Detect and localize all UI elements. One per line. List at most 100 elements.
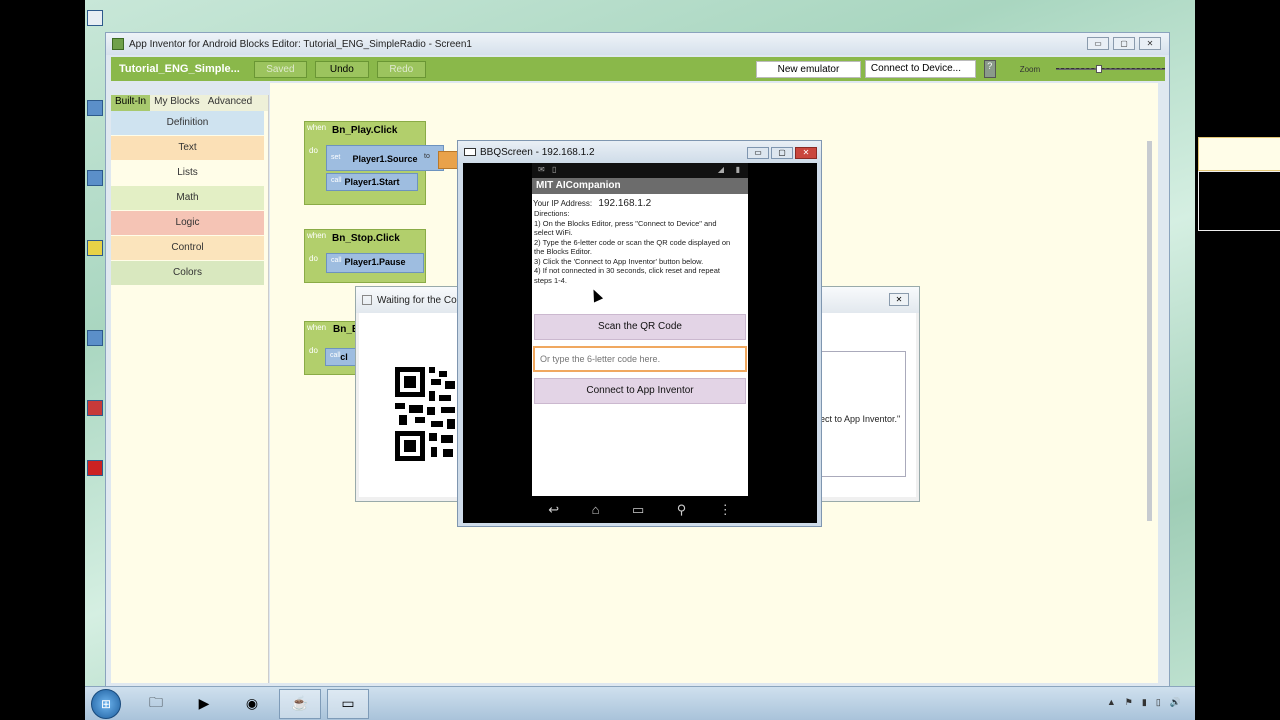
directions-line: steps 1-4. — [534, 275, 567, 285]
bbqscreen-title: BBQScreen - 192.168.1.2 — [480, 146, 595, 158]
desktop-icon-1[interactable] — [85, 100, 105, 118]
third-call-label: cl — [340, 352, 348, 362]
desktop-icon-vnc[interactable] — [85, 460, 105, 478]
waiting-dialog-close-button[interactable]: ✕ — [889, 293, 909, 306]
connect-device-select[interactable]: Connect to Device... — [864, 60, 976, 78]
windows-taskbar: ⊞ 🗀 ▶ ◉ ☕ ▭ ▲ ⚑ ▮ ▯ 🔊 — [85, 686, 1195, 720]
chrome-icon[interactable]: ◉ — [231, 689, 273, 719]
start-button[interactable]: ⊞ — [91, 688, 121, 719]
window-titlebar: App Inventor for Android Blocks Editor: … — [106, 33, 1169, 55]
workspace-scrollbar[interactable] — [1147, 141, 1152, 521]
ip-address-line: Your IP Address: 192.168.1.2 — [532, 194, 748, 209]
directions-line: 3) Click the 'Connect to App Inventor' b… — [534, 256, 704, 266]
dialog-message: nect to App Inventor." — [815, 414, 901, 424]
letterbox-right — [1195, 0, 1280, 720]
tab-advanced[interactable]: Advanced — [204, 95, 256, 111]
signal-icon: ◢ — [717, 165, 724, 174]
tray-expand-icon[interactable]: ▲ — [1107, 697, 1116, 708]
tab-built-in[interactable]: Built-In — [111, 95, 151, 111]
call-player-pause-block[interactable]: call Player1.Pause — [326, 253, 424, 273]
player-pause-label: Player1.Pause — [344, 257, 406, 267]
companion-app-screen: MIT AICompanion Your IP Address: 192.168… — [532, 178, 748, 496]
back-icon[interactable]: ↩ — [548, 502, 559, 518]
explorer-icon[interactable]: 🗀 — [135, 689, 177, 719]
bbq-minimize-button[interactable]: ▭ — [747, 147, 769, 159]
desktop-icon-3[interactable] — [85, 240, 105, 258]
event-name-play[interactable]: Bn_Play.Click — [332, 123, 422, 139]
bbq-maximize-button[interactable]: ▢ — [771, 147, 793, 159]
desktop-icon-2[interactable] — [85, 170, 105, 188]
overflow-menu-icon[interactable]: ⋮ — [719, 502, 732, 518]
drawer-text[interactable]: Text — [111, 136, 264, 160]
tab-my-blocks[interactable]: My Blocks — [150, 95, 204, 111]
media-player-icon[interactable]: ▶ — [183, 689, 225, 719]
directions-text: Directions: 1) On the Blocks Editor, pre… — [532, 209, 748, 285]
when-label-2: when — [307, 231, 327, 240]
project-name: Tutorial_ENG_Simple... — [119, 63, 240, 75]
when-label-3: when — [307, 323, 327, 332]
minimap-frame — [1198, 171, 1280, 231]
scan-qr-code-button[interactable]: Scan the QR Code — [534, 314, 746, 340]
workspace-minimap[interactable] — [1198, 137, 1280, 171]
do-label: do — [309, 146, 318, 155]
saved-button[interactable]: Saved — [253, 60, 308, 78]
event-name-stop[interactable]: Bn_Stop.Click — [332, 231, 422, 247]
bbqscreen-icon — [464, 148, 476, 156]
connect-device-label: Connect to Device... — [870, 63, 961, 74]
drawer-logic[interactable]: Logic — [111, 211, 264, 235]
java-icon[interactable]: ☕ — [279, 688, 321, 719]
maximize-button[interactable]: ▢ — [1113, 37, 1135, 50]
home-icon[interactable]: ⌂ — [592, 502, 600, 517]
new-emulator-button[interactable]: New emulator — [756, 60, 861, 78]
action-center-icon[interactable]: ⚑ — [1125, 697, 1133, 708]
undo-button[interactable]: Undo — [315, 60, 369, 78]
toolbar: Tutorial_ENG_Simple... Saved Undo Redo N… — [111, 57, 1165, 81]
directions-line: the Blocks Editor. — [534, 247, 592, 256]
when-label: when — [307, 123, 327, 132]
directions-line: Directions: — [534, 209, 570, 218]
bbq-close-button[interactable]: ✕ — [795, 147, 817, 159]
drawer-math[interactable]: Math — [111, 186, 264, 210]
volume-icon[interactable]: 🔊 — [1170, 697, 1181, 708]
directions-line: 2) Type the 6-letter code or scan the QR… — [534, 237, 731, 247]
help-icon[interactable]: ? — [983, 60, 996, 78]
do-label-2: do — [309, 254, 318, 263]
text-socket-block[interactable] — [438, 151, 458, 169]
desktop-icon-5[interactable] — [85, 400, 105, 418]
phone-icon: ▯ — [552, 165, 557, 174]
drawer-colors[interactable]: Colors — [111, 261, 264, 285]
six-letter-code-input[interactable] — [533, 346, 747, 372]
drawer-definition[interactable]: Definition — [111, 111, 264, 135]
recent-apps-icon[interactable]: ▭ — [632, 502, 644, 518]
connect-to-app-inventor-button[interactable]: Connect to App Inventor — [534, 378, 746, 404]
call-label-2: call — [331, 257, 342, 264]
phone-screen: ✉ ▯ ▮ ◢ MIT AICompanion Your IP Address:… — [463, 163, 817, 523]
bbqscreen-taskbar-icon[interactable]: ▭ — [327, 688, 369, 719]
battery-tray-icon[interactable]: ▮ — [1142, 697, 1147, 708]
directions-line: select WiFi. — [534, 228, 573, 237]
network-tray-icon[interactable]: ▯ — [1156, 697, 1161, 708]
redo-button[interactable]: Redo — [376, 60, 427, 78]
minimize-button[interactable]: ▭ — [1087, 37, 1109, 50]
close-button[interactable]: ✕ — [1139, 37, 1161, 50]
desktop-icon-4[interactable] — [85, 330, 105, 348]
search-icon[interactable]: ⚲ — [677, 502, 687, 518]
directions-line: 4) If not connected in 30 seconds, click… — [534, 266, 720, 275]
set-label: set — [331, 154, 341, 161]
zoom-slider-knob[interactable] — [1096, 65, 1103, 73]
ip-address-value: 192.168.1.2 — [598, 198, 652, 209]
zoom-slider[interactable] — [1056, 65, 1165, 73]
directions-line: 1) On the Blocks Editor, press "Connect … — [534, 218, 717, 228]
ip-address-label: Your IP Address: — [533, 199, 593, 208]
battery-icon: ▮ — [735, 165, 740, 174]
drawer-control[interactable]: Control — [111, 236, 264, 260]
to-label: to — [424, 153, 430, 160]
bbqscreen-window: BBQScreen - 192.168.1.2 ▭ ▢ ✕ ✉ ▯ ▮ ◢ MI… — [457, 140, 822, 527]
call-player-start-block[interactable]: call Player1.Start — [326, 173, 418, 191]
dialog-message-box: nect to App Inventor." — [814, 351, 906, 477]
app-inventor-icon — [112, 38, 124, 50]
desktop-icon-recycle-bin[interactable] — [85, 10, 105, 28]
mail-icon: ✉ — [538, 165, 545, 174]
drawer-lists[interactable]: Lists — [111, 161, 264, 185]
player-source-label: Player1.Source — [352, 154, 418, 164]
